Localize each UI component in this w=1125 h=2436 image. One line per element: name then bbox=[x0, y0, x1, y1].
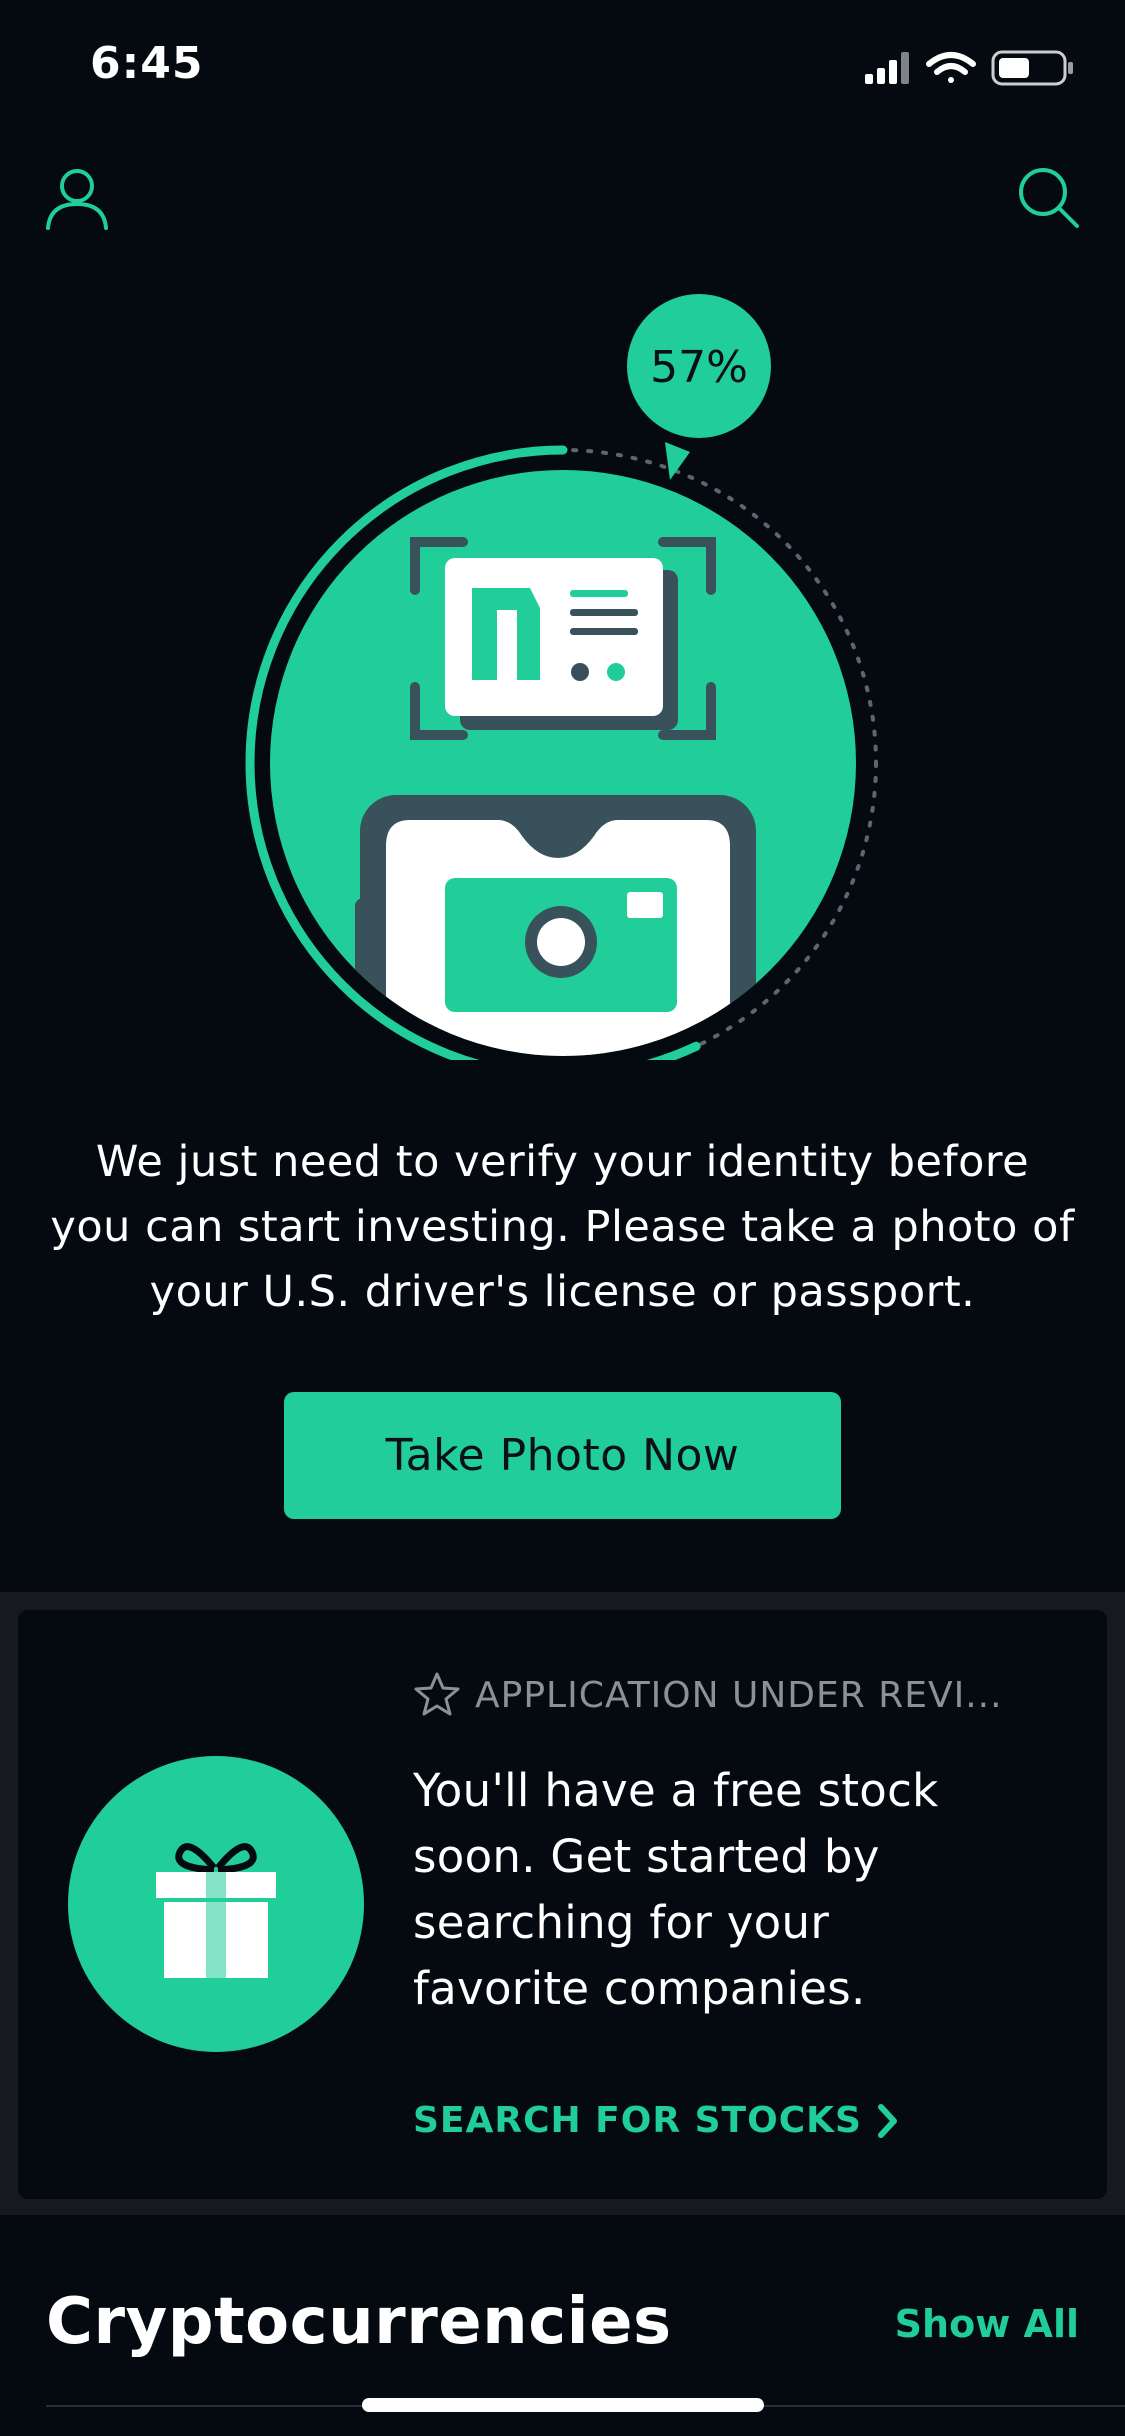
application-status: APPLICATION UNDER REVI... bbox=[413, 1670, 1003, 1720]
status-bar: 6:45 bbox=[0, 0, 1125, 130]
camera-icon bbox=[355, 795, 756, 1056]
verification-illustration: 57% bbox=[245, 294, 881, 1060]
battery-icon bbox=[991, 50, 1073, 86]
cryptocurrencies-title: Cryptocurrencies bbox=[46, 2285, 672, 2359]
wifi-icon bbox=[926, 52, 976, 83]
gift-icon bbox=[156, 1843, 276, 1978]
status-icons bbox=[865, 50, 1073, 86]
star-outline-icon bbox=[414, 1672, 460, 1716]
take-photo-button[interactable]: Take Photo Now bbox=[284, 1392, 841, 1519]
search-for-stocks-link[interactable]: SEARCH FOR STOCKS bbox=[413, 2100, 900, 2141]
show-all-link[interactable]: Show All bbox=[895, 2302, 1079, 2346]
status-time: 6:45 bbox=[90, 38, 204, 89]
gift-badge bbox=[68, 1756, 364, 2052]
progress-percent-label: 57% bbox=[650, 342, 748, 393]
magnifier-icon[interactable] bbox=[1013, 162, 1083, 232]
chevron-right-icon bbox=[877, 2103, 897, 2138]
progress-bubble: 57% bbox=[627, 294, 771, 480]
person-outline-icon[interactable] bbox=[42, 162, 112, 232]
verification-message: We just need to verify your identity bef… bbox=[50, 1137, 1075, 1317]
home-indicator[interactable] bbox=[362, 2398, 764, 2412]
cellular-signal-icon bbox=[865, 52, 909, 84]
free-stock-message: You'll have a free stock soon. Get start… bbox=[413, 1764, 939, 2015]
search-for-stocks-label: SEARCH FOR STOCKS bbox=[413, 2100, 862, 2141]
id-card-icon bbox=[410, 537, 716, 740]
application-review-card: APPLICATION UNDER REVI... You'll have a … bbox=[18, 1610, 1107, 2199]
application-status-label: APPLICATION UNDER REVI... bbox=[475, 1674, 1003, 1716]
